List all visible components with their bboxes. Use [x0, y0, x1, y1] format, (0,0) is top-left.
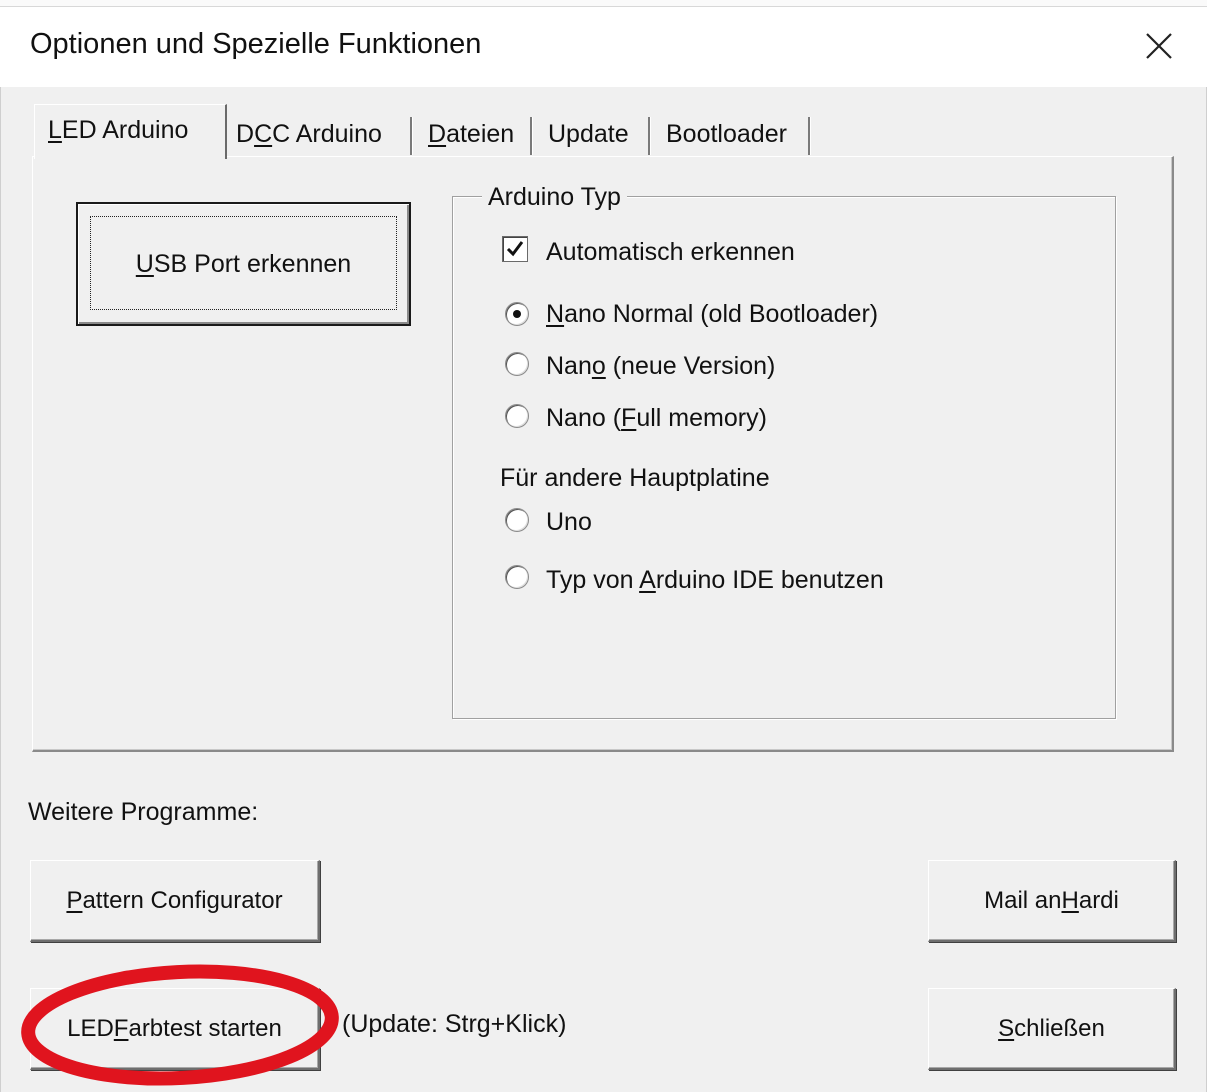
auto-detect-label[interactable]: Automatisch erkennen: [546, 238, 795, 267]
window-top-border: [0, 0, 1207, 7]
other-mainboard-label: Für andere Hauptplatine: [500, 464, 770, 492]
arduino-type-groupbox: [452, 196, 1116, 719]
tab-bootloader-label: Bootloader: [666, 119, 787, 148]
radio-arduino-ide-type[interactable]: [505, 565, 529, 589]
usb-port-detect-button[interactable]: U SB Port erkennen: [76, 202, 411, 326]
annotation-ellipse: [21, 964, 339, 1086]
mail-hardi-button[interactable]: Mail an Hardi: [928, 860, 1176, 942]
auto-detect-checkbox[interactable]: [502, 236, 528, 262]
tab-separator: [410, 117, 413, 155]
option-nano-normal[interactable]: Nano Normal (old Bootloader): [546, 300, 878, 329]
tab-separator: [530, 117, 533, 155]
tab-led-arduino-label: ED Arduino: [61, 115, 189, 144]
tab-bootloader[interactable]: Bootloader: [666, 110, 787, 158]
tab-led-arduino[interactable]: L ED Arduino: [48, 106, 188, 154]
close-button[interactable]: [1128, 18, 1190, 74]
radio-selected-dot: [513, 310, 521, 318]
tab-dateien[interactable]: Dateien: [428, 110, 514, 158]
tab-dateien-accel: D: [428, 119, 447, 148]
tab-separator: [808, 117, 811, 155]
window-title: Optionen und Spezielle Funktionen: [30, 28, 482, 60]
tab-update[interactable]: Update: [548, 110, 629, 158]
radio-nano-normal[interactable]: [505, 302, 529, 326]
tab-dateien-label: ateien: [446, 119, 515, 148]
radio-nano-full-memory[interactable]: [505, 404, 529, 428]
tab-dcc-arduino[interactable]: DCC Arduino: [236, 110, 382, 158]
tab-separator: [648, 117, 651, 155]
tab-dcc-arduino-label: C Arduino: [272, 119, 382, 148]
close-dialog-button[interactable]: Schließen: [928, 988, 1176, 1070]
option-nano-new[interactable]: Nano (neue Version): [546, 352, 775, 381]
close-icon: [1146, 33, 1172, 59]
tab-led-arduino-accel: L: [48, 115, 62, 144]
more-programs-label: Weitere Programme:: [28, 798, 259, 826]
radio-nano-new[interactable]: [505, 352, 529, 376]
tab-update-label: Update: [548, 119, 629, 148]
radio-uno[interactable]: [505, 508, 529, 532]
checkmark-icon: [506, 241, 524, 257]
window-left-edge: [0, 87, 1, 1092]
option-arduino-ide-type[interactable]: Typ von Arduino IDE benutzen: [546, 566, 884, 595]
update-hint: (Update: Strg+Klick): [342, 1010, 567, 1038]
option-nano-full-memory[interactable]: Nano (Full memory): [546, 404, 767, 433]
option-uno[interactable]: Uno: [546, 508, 592, 537]
usb-port-detect-label: U SB Port erkennen: [135, 249, 352, 278]
tab-dcc-arduino-accel: C: [254, 119, 273, 148]
pattern-configurator-button[interactable]: Pattern Configurator: [30, 860, 320, 942]
arduino-type-legend: Arduino Typ: [482, 183, 627, 212]
